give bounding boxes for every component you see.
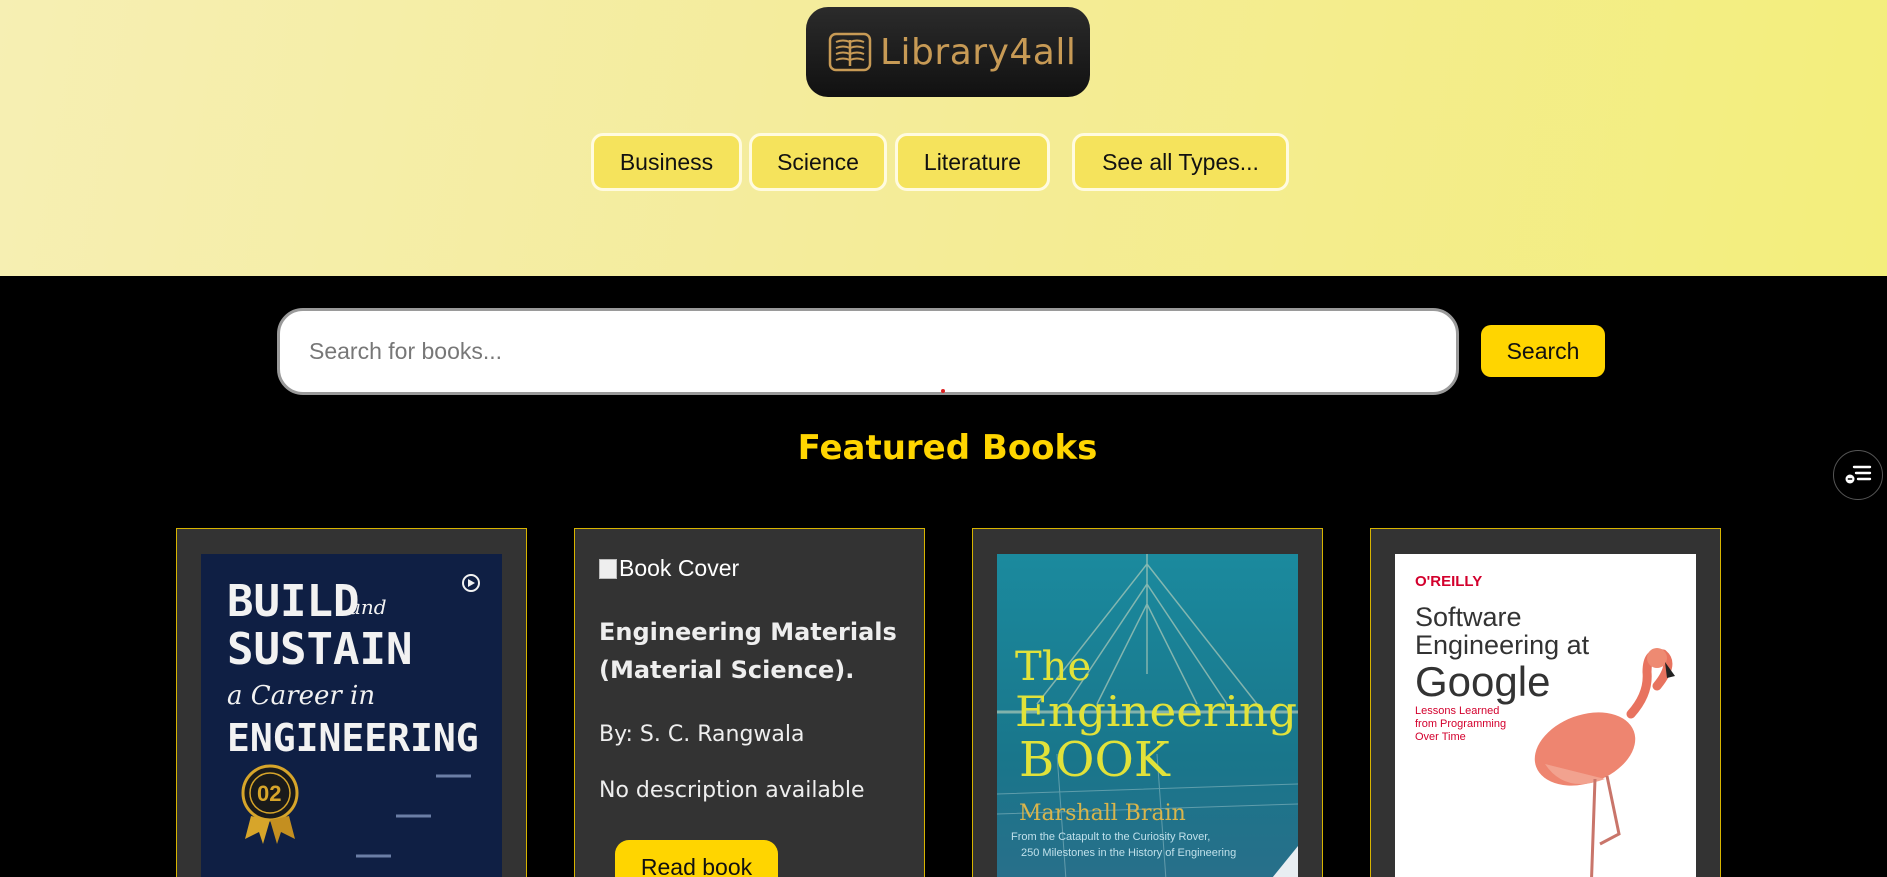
book-cover-image[interactable]: BUILD and SUSTAIN a Career in ENGINEERIN…: [201, 554, 502, 877]
book-cover-image[interactable]: O'REILLY Software Engineering at Google …: [1395, 554, 1696, 877]
book-card[interactable]: BUILD and SUSTAIN a Career in ENGINEERIN…: [176, 528, 527, 877]
svg-text:BUILD: BUILD: [227, 576, 359, 627]
sidebar-toggle-button[interactable]: [1833, 450, 1883, 500]
svg-text:O'REILLY: O'REILLY: [1415, 573, 1482, 590]
svg-text:Lessons Learned: Lessons Learned: [1415, 705, 1499, 717]
book-card[interactable]: Book Cover Engineering Materials (Materi…: [574, 528, 925, 877]
svg-text:02: 02: [257, 781, 281, 806]
svg-text:The: The: [1015, 644, 1091, 690]
site-header: Library4all Business Science Literature …: [0, 0, 1887, 276]
search-button[interactable]: Search: [1481, 325, 1605, 377]
svg-text:a Career in: a Career in: [227, 681, 375, 711]
category-nav: Business Science Literature See all Type…: [0, 133, 1887, 191]
nav-literature-button[interactable]: Literature: [895, 133, 1050, 191]
svg-text:Google: Google: [1415, 658, 1550, 705]
featured-books-title: Featured Books: [797, 428, 1098, 468]
book-cover-image[interactable]: The Engineering BOOK Marshall Brain From…: [997, 554, 1298, 877]
book-cover-alt-text: Book Cover: [619, 555, 740, 581]
svg-text:Engineering: Engineering: [1015, 687, 1297, 736]
broken-image-icon: [599, 558, 617, 579]
sidebar-toggle-icon: [1845, 465, 1872, 484]
logo-text: Library4all: [880, 31, 1077, 73]
svg-text:and: and: [349, 595, 387, 619]
svg-text:Over Time: Over Time: [1415, 731, 1466, 743]
book-title: Engineering Materials (Material Science)…: [599, 618, 897, 684]
search-input[interactable]: [277, 308, 1459, 395]
book-author: By: S. C. Rangwala: [599, 722, 805, 747]
svg-text:Engineering at: Engineering at: [1415, 630, 1590, 660]
nav-science-button[interactable]: Science: [749, 133, 887, 191]
site-logo[interactable]: Library4all: [806, 7, 1090, 97]
book-logo-icon: [828, 32, 872, 72]
svg-text:BOOK: BOOK: [1019, 732, 1171, 788]
nav-business-button[interactable]: Business: [591, 133, 742, 191]
read-book-button[interactable]: Read book: [615, 840, 778, 877]
cursor-indicator: [941, 389, 945, 393]
svg-text:Software: Software: [1415, 602, 1522, 632]
svg-text:250 Milestones in the History: 250 Milestones in the History of Enginee…: [1021, 847, 1236, 859]
svg-text:From the Catapult to the Curio: From the Catapult to the Curiosity Rover…: [1011, 831, 1210, 843]
book-card[interactable]: The Engineering BOOK Marshall Brain From…: [972, 528, 1323, 877]
svg-text:Marshall Brain: Marshall Brain: [1019, 801, 1186, 826]
svg-text:SUSTAIN: SUSTAIN: [227, 624, 412, 675]
svg-text:from Programming: from Programming: [1415, 718, 1506, 730]
book-cover-image[interactable]: Book Cover: [599, 555, 739, 582]
svg-text:ENGINEERING: ENGINEERING: [227, 716, 479, 760]
book-description: No description available: [599, 778, 865, 803]
book-card[interactable]: O'REILLY Software Engineering at Google …: [1370, 528, 1721, 877]
nav-see-all-types-button[interactable]: See all Types...: [1072, 133, 1289, 191]
